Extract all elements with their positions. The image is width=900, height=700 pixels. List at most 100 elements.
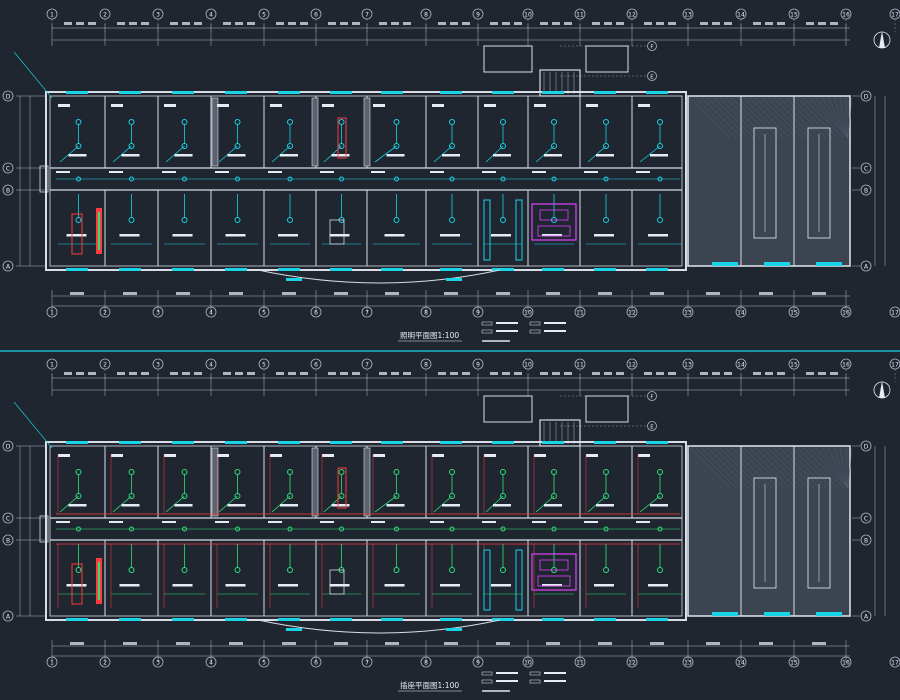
- window: [66, 618, 88, 621]
- axis-letter: F: [650, 44, 653, 50]
- dimension-text: [379, 372, 387, 375]
- dimension-text: [176, 642, 190, 645]
- axis-number: 11: [576, 660, 584, 667]
- room-label: [225, 234, 246, 237]
- axis-number: 6: [314, 362, 318, 369]
- corridor-label: [109, 171, 123, 173]
- dimension-text: [514, 22, 522, 25]
- dimension-text: [598, 292, 612, 295]
- axis-letter: B: [864, 188, 868, 195]
- room-label: [121, 154, 140, 157]
- room-label: [66, 234, 87, 237]
- room-label: [331, 154, 350, 157]
- axis-number: 14: [737, 12, 745, 19]
- dimension-text: [123, 292, 137, 295]
- axis-number: 16: [842, 310, 850, 317]
- window: [594, 268, 616, 271]
- room-label: [594, 584, 614, 587]
- corridor-label: [371, 171, 385, 173]
- window: [119, 441, 141, 444]
- corridor-label: [482, 171, 496, 173]
- room-label: [493, 504, 511, 507]
- axis-number: 3: [156, 12, 160, 19]
- corridor-label: [268, 171, 282, 173]
- dimension-text: [806, 372, 814, 375]
- room-label: [491, 584, 511, 587]
- axis-number: 7: [365, 310, 369, 317]
- axis-number: 8: [424, 362, 428, 369]
- room-label: [217, 454, 229, 457]
- dimension-text: [668, 372, 676, 375]
- dimension-text: [117, 372, 125, 375]
- window: [278, 268, 300, 271]
- dimension-text: [812, 642, 826, 645]
- axis-number: 13: [684, 310, 692, 317]
- dimension-text: [777, 372, 785, 375]
- window: [381, 91, 403, 94]
- axis-number: 1: [50, 362, 54, 369]
- plan-title: 插座平面图1:100: [400, 680, 459, 690]
- window: [594, 441, 616, 444]
- dimension-text: [194, 22, 202, 25]
- corridor-label: [109, 521, 123, 523]
- dimension-text: [64, 22, 72, 25]
- axis-number: 3: [156, 310, 160, 317]
- room-label: [227, 504, 246, 507]
- corridor-label: [430, 171, 444, 173]
- window: [440, 618, 462, 621]
- room-label: [329, 584, 350, 587]
- room-label: [225, 584, 246, 587]
- room-label: [534, 104, 546, 107]
- room-label: [596, 154, 614, 157]
- legend-text: [496, 680, 518, 682]
- window: [440, 441, 462, 444]
- window: [119, 268, 141, 271]
- axis-number: 10: [524, 362, 532, 369]
- room-label: [373, 104, 385, 107]
- room-label: [586, 454, 598, 457]
- axis-number: 4: [209, 310, 213, 317]
- room-label: [172, 234, 193, 237]
- hatched-wall: [363, 97, 371, 167]
- window: [278, 91, 300, 94]
- axis-number: 1: [50, 12, 54, 19]
- axis-number: 14: [737, 362, 745, 369]
- dimension-text: [604, 22, 612, 25]
- room-label: [58, 104, 70, 107]
- hatched-wall: [363, 447, 371, 517]
- dimension-text: [88, 372, 96, 375]
- dimension-text: [235, 22, 243, 25]
- axis-number: 4: [209, 12, 213, 19]
- dimension-text: [765, 372, 773, 375]
- hatched-wall: [311, 447, 319, 517]
- legend-note: [482, 690, 510, 692]
- dimension-text: [700, 372, 708, 375]
- room-label: [278, 234, 298, 237]
- room-label: [322, 104, 334, 107]
- corridor-label: [636, 171, 650, 173]
- dimension-text: [334, 642, 348, 645]
- window: [542, 268, 564, 271]
- room-label: [544, 504, 562, 507]
- dimension-text: [514, 372, 522, 375]
- dimension-text: [282, 292, 296, 295]
- room-label: [484, 104, 496, 107]
- axis-number: 12: [628, 12, 636, 19]
- window: [172, 91, 194, 94]
- axis-number: 11: [576, 310, 584, 317]
- dimension-text: [502, 372, 510, 375]
- room-label: [111, 104, 123, 107]
- dimension-text: [385, 292, 399, 295]
- dimension-text: [352, 22, 360, 25]
- window: [542, 91, 564, 94]
- entrance-light: [446, 628, 462, 631]
- axis-letter: B: [6, 188, 10, 195]
- dimension-text: [300, 372, 308, 375]
- room-label: [68, 504, 87, 507]
- dimension-text: [194, 372, 202, 375]
- room-label: [386, 504, 405, 507]
- axis-number: 5: [262, 12, 266, 19]
- room-label: [164, 104, 176, 107]
- dimension-text: [490, 372, 498, 375]
- legend-text: [544, 680, 566, 682]
